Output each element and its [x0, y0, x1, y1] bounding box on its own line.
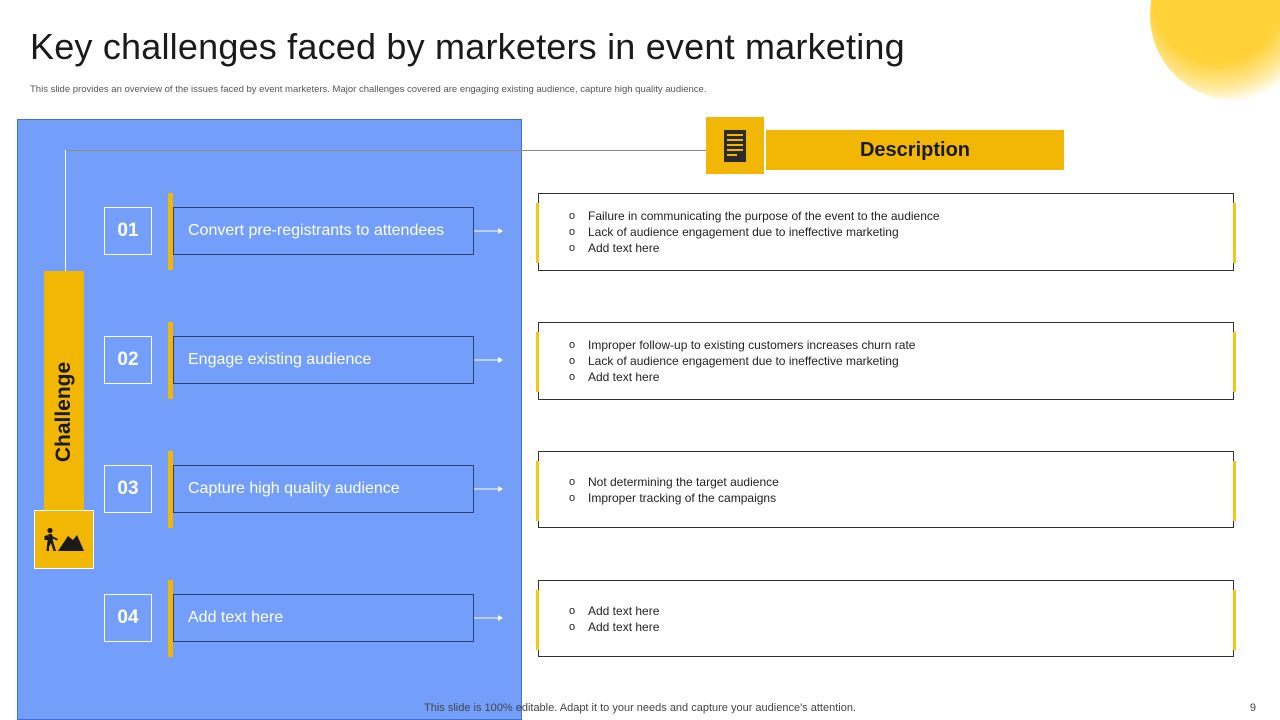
accent-bar — [536, 332, 539, 392]
accent-bar — [1233, 461, 1236, 521]
challenge-label: Challenge — [52, 361, 75, 463]
description-item: Improper follow-up to existing customers… — [569, 337, 915, 353]
slide-title: Key challenges faced by marketers in eve… — [30, 26, 905, 67]
connector-line-vertical — [65, 150, 66, 271]
challenge-number: 04 — [104, 594, 152, 642]
accent-bar — [1233, 332, 1236, 392]
challenge-item: Convert pre-registrants to attendees — [173, 207, 474, 255]
description-item: Improper tracking of the campaigns — [569, 490, 779, 506]
slide-subtitle: This slide provides an overview of the i… — [30, 84, 707, 95]
challenge-number: 01 — [104, 207, 152, 255]
description-box: Failure in communicating the purpose of … — [536, 193, 1236, 271]
document-icon — [706, 117, 764, 174]
connector-line — [65, 150, 706, 151]
description-box: Add text here Add text here — [536, 580, 1236, 657]
description-list: Add text here Add text here — [569, 603, 659, 635]
accent-bar — [536, 203, 539, 263]
accent-bar — [1233, 590, 1236, 650]
description-list: Improper follow-up to existing customers… — [569, 337, 915, 385]
challenge-item: Engage existing audience — [173, 336, 474, 384]
description-list: Not determining the target audience Impr… — [569, 474, 779, 506]
accent-bar — [1233, 203, 1236, 263]
challenge-item: Add text here — [173, 594, 474, 642]
description-item: Add text here — [569, 240, 940, 256]
arrow-right-icon — [474, 486, 503, 492]
arrow-right-icon — [474, 357, 503, 363]
accent-bar — [536, 590, 539, 650]
description-box: Improper follow-up to existing customers… — [536, 322, 1236, 400]
climber-mountain-icon — [34, 510, 94, 569]
description-item: Not determining the target audience — [569, 474, 779, 490]
description-item: Failure in communicating the purpose of … — [569, 208, 940, 224]
description-item: Add text here — [569, 369, 915, 385]
description-item: Lack of audience engagement due to ineff… — [569, 224, 940, 240]
description-item: Add text here — [569, 619, 659, 635]
description-item: Add text here — [569, 603, 659, 619]
description-box: Not determining the target audience Impr… — [536, 451, 1236, 528]
challenge-number: 02 — [104, 336, 152, 384]
corner-decoration — [1150, 0, 1280, 100]
challenge-number: 03 — [104, 465, 152, 513]
arrow-right-icon — [474, 228, 503, 234]
description-item: Lack of audience engagement due to ineff… — [569, 353, 915, 369]
slide-footer: This slide is 100% editable. Adapt it to… — [424, 702, 856, 714]
description-list: Failure in communicating the purpose of … — [569, 208, 940, 256]
arrow-right-icon — [474, 615, 503, 621]
accent-bar — [536, 461, 539, 521]
page-number: 9 — [1249, 702, 1256, 714]
description-header: Description — [766, 130, 1064, 170]
challenge-item: Capture high quality audience — [173, 465, 474, 513]
